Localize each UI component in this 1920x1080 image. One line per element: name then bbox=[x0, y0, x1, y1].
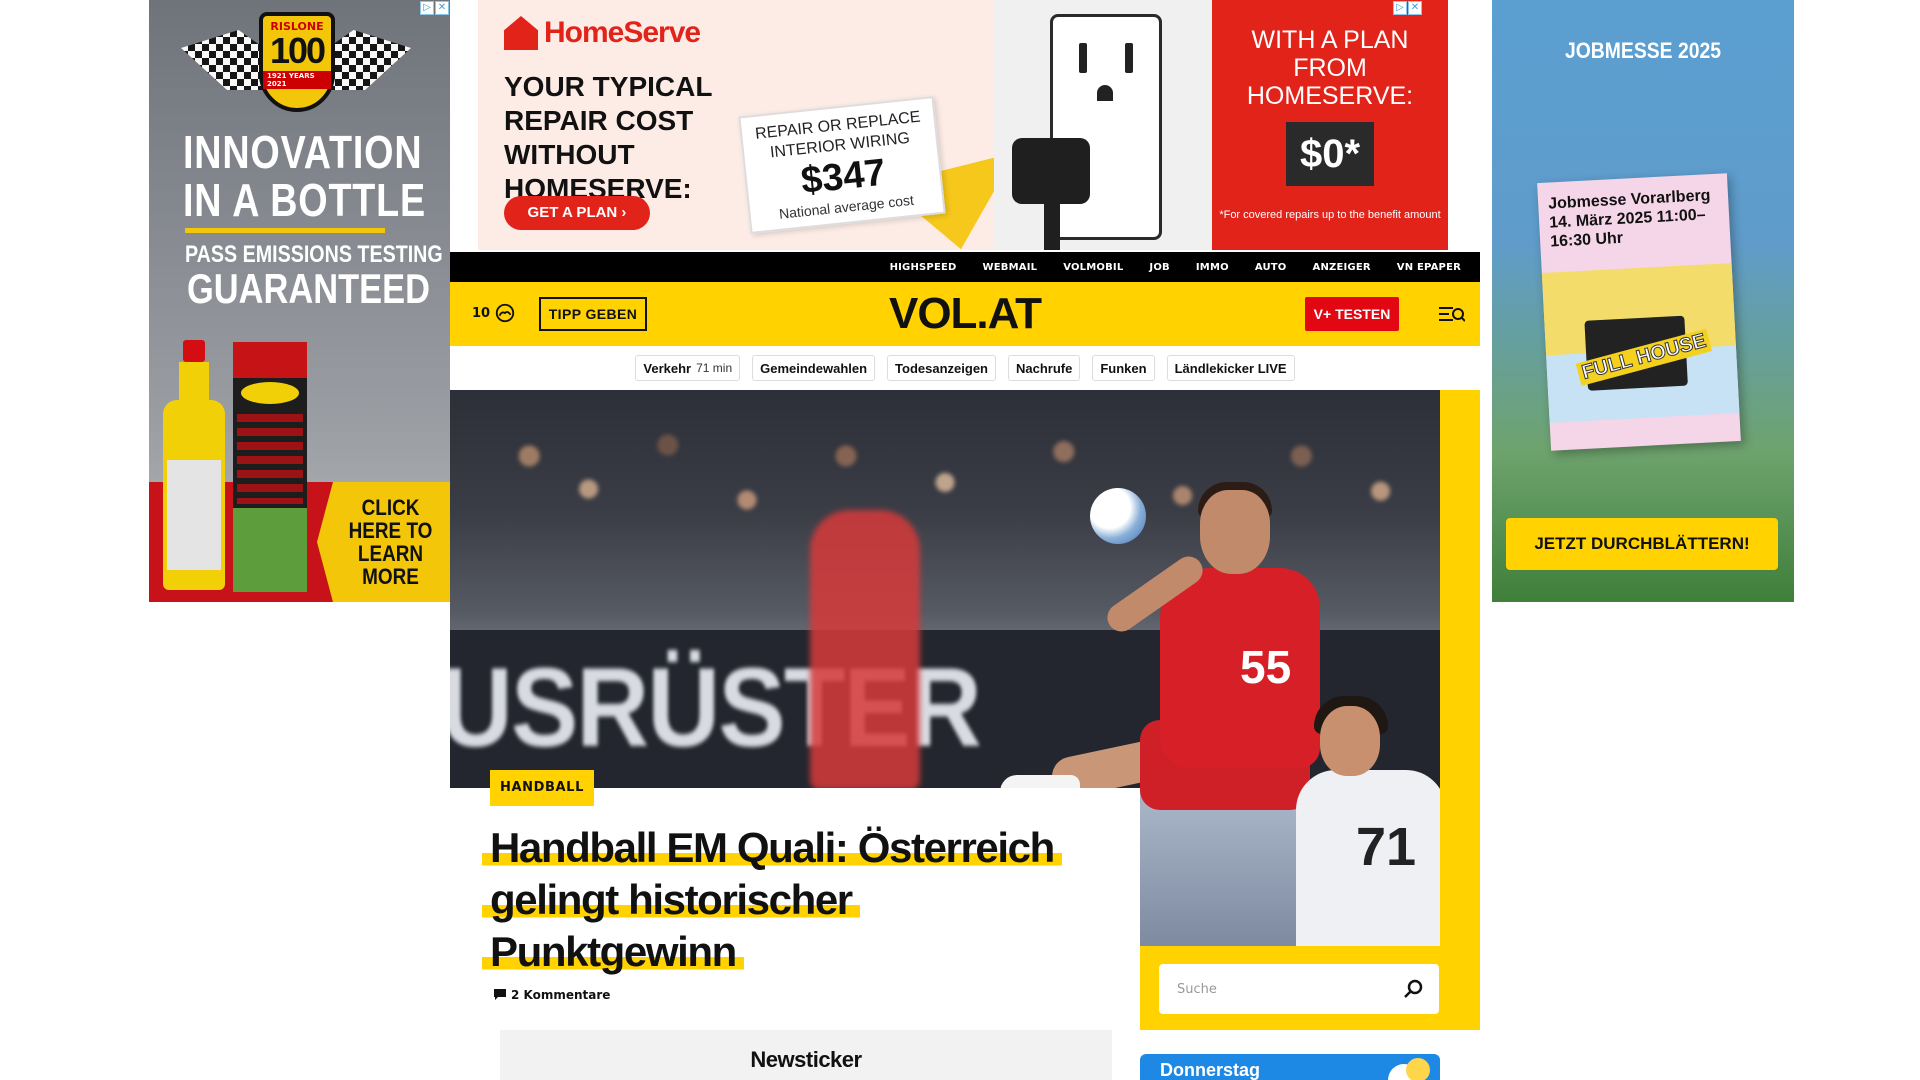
quicklink-label: Todesanzeigen bbox=[895, 360, 988, 376]
house-icon bbox=[504, 16, 538, 50]
quicklink-chip[interactable]: Ländlekicker LIVE bbox=[1166, 355, 1295, 381]
left-ad-cta-label: CLICK HERE TO LEARN MORE bbox=[348, 495, 433, 589]
jobmesse-magazine: Jobmesse Vorarlberg 14. März 2025 11:00–… bbox=[1537, 173, 1741, 451]
adchoices[interactable]: ▷ ✕ bbox=[1393, 1, 1422, 15]
jetzt-durchblaettern-button[interactable]: JETZT DURCHBLÄTTERN! bbox=[1506, 518, 1778, 570]
quicklink-chip[interactable]: Verkehr 71 min bbox=[635, 355, 741, 381]
left-ad-headline: INNOVATION IN A BOTTLE bbox=[183, 126, 427, 226]
get-a-plan-button[interactable]: GET A PLAN › bbox=[504, 196, 650, 230]
cloud-sun-icon bbox=[495, 303, 515, 323]
menu-search-icon[interactable] bbox=[1439, 302, 1465, 326]
player-number: 55 bbox=[1240, 641, 1292, 693]
left-ad-divider bbox=[185, 228, 385, 233]
topnav-link[interactable]: IMMO bbox=[1183, 262, 1242, 273]
top-service-nav: HIGHSPEED WEBMAIL VOLMOBIL JOB IMMO AUTO ANZEI… bbox=[450, 252, 1480, 282]
quicklink-chip[interactable]: Todesanzeigen bbox=[887, 355, 996, 381]
main-header: 10 TIPP GEBEN VOL.AT V+ TESTEN bbox=[450, 282, 1480, 346]
homeserve-logo: HomeServe bbox=[504, 16, 701, 50]
comments-link[interactable]: 2 Kommentare bbox=[494, 988, 610, 1002]
adchoices-icon[interactable]: ▷ bbox=[1393, 1, 1407, 15]
plan-footnote: *For covered repairs up to the benefit a… bbox=[1219, 209, 1441, 221]
category-tag[interactable]: HANDBALL bbox=[490, 770, 594, 806]
quicklink-label: Nachrufe bbox=[1016, 360, 1073, 376]
topnav-link[interactable]: WEBMAIL bbox=[970, 262, 1051, 273]
quicklink-label: Verkehr bbox=[643, 360, 692, 376]
topnav-link[interactable]: VN EPAPER bbox=[1384, 262, 1474, 273]
product-bottle bbox=[163, 340, 225, 590]
right-ad-jobmesse[interactable]: JOBMESSE 2025 Jobmesse Vorarlberg 14. Mä… bbox=[1492, 0, 1794, 602]
weather-widget[interactable]: 10 bbox=[472, 302, 516, 324]
sun-cloud-icon bbox=[1406, 1058, 1430, 1080]
weather-card-day: Donnerstag bbox=[1160, 1060, 1261, 1080]
article-headline[interactable]: Handball EM Quali: Österreich gelingt hi… bbox=[482, 822, 1102, 978]
product-box bbox=[233, 342, 307, 592]
search-input[interactable] bbox=[1159, 964, 1391, 1014]
weather-temp: 10 bbox=[472, 305, 491, 321]
quicklink-label: Funken bbox=[1100, 360, 1147, 376]
opponent-player: 71 bbox=[1286, 696, 1440, 946]
quicklink-chip[interactable]: Nachrufe bbox=[1008, 355, 1081, 381]
topnav-link[interactable]: VOLMOBIL bbox=[1050, 262, 1136, 273]
tipp-geben-button[interactable]: TIPP GEBEN bbox=[539, 297, 647, 331]
topnav-link[interactable]: AUTO bbox=[1242, 262, 1300, 273]
quicklink-chip[interactable]: Gemeindewahlen bbox=[752, 355, 876, 381]
left-ad-rislone[interactable]: ▷ ✕ RISLONE 100 1921 YEARS 2021 INNOVATI… bbox=[149, 0, 450, 602]
top-ad-plan-panel: WITH A PLAN FROM HOMESERVE: $0* *For cov… bbox=[1212, 0, 1448, 250]
magazine-title: Jobmesse Vorarlberg 14. März 2025 11:00–… bbox=[1547, 187, 1711, 251]
left-ad-cta-button[interactable]: CLICK HERE TO LEARN MORE bbox=[317, 482, 450, 602]
repair-cost-card: REPAIR OR REPLACE INTERIOR WIRING $347 N… bbox=[738, 96, 946, 234]
top-ad-homeserve[interactable]: HomeServe YOUR TYPICAL REPAIR COST WITHO… bbox=[478, 0, 1448, 250]
newsticker-header[interactable]: Newsticker bbox=[500, 1030, 1112, 1080]
quicklinks-bar: Verkehr 71 min Gemeindewahlen Todesanzeigen… bbox=[450, 346, 1480, 390]
topnav-link[interactable]: HIGHSPEED bbox=[877, 262, 970, 273]
topnav-link[interactable]: JOB bbox=[1136, 262, 1182, 273]
topnav-link[interactable]: ANZEIGER bbox=[1300, 262, 1384, 273]
comments-count[interactable]: 2 Kommentare bbox=[511, 988, 610, 1002]
ad-close-icon[interactable]: ✕ bbox=[435, 1, 449, 15]
homeserve-logo-text: HomeServe bbox=[544, 16, 701, 49]
ad-close-icon[interactable]: ✕ bbox=[1408, 1, 1422, 15]
badge-years: 1921 YEARS 2021 bbox=[263, 71, 331, 89]
adchoices[interactable]: ▷ ✕ bbox=[420, 1, 449, 15]
jobmesse-title: JOBMESSE 2025 bbox=[1564, 38, 1722, 63]
rislone-badge-logo: RISLONE 100 1921 YEARS 2021 bbox=[181, 8, 411, 116]
search-box bbox=[1159, 964, 1439, 1014]
badge-shield: RISLONE 100 1921 YEARS 2021 bbox=[259, 12, 335, 112]
quicklink-label: Gemeindewahlen bbox=[760, 360, 868, 376]
quicklink-label: Ländlekicker LIVE bbox=[1174, 360, 1287, 376]
search-icon[interactable] bbox=[1401, 977, 1425, 1001]
adchoices-icon[interactable]: ▷ bbox=[420, 1, 434, 15]
opponent-number: 71 bbox=[1356, 817, 1417, 877]
left-ad-guarantee: GUARANTEED bbox=[187, 265, 431, 312]
handball-ball bbox=[1090, 488, 1146, 544]
weather-card[interactable]: Donnerstag bbox=[1140, 1054, 1440, 1080]
vplus-testen-button[interactable]: V+ TESTEN bbox=[1305, 297, 1399, 331]
article-headline-text[interactable]: Handball EM Quali: Österreich gelingt hi… bbox=[482, 824, 1062, 975]
plan-price: $0* bbox=[1285, 122, 1375, 186]
plan-text: WITH A PLAN FROM HOMESERVE: bbox=[1246, 26, 1414, 110]
comment-icon bbox=[494, 989, 506, 1000]
outlet-illustration bbox=[994, 0, 1212, 250]
quicklink-chip[interactable]: Funken bbox=[1092, 355, 1155, 381]
quicklink-meta: 71 min bbox=[696, 361, 733, 375]
badge-number: 100 bbox=[269, 30, 326, 71]
background-player bbox=[810, 510, 920, 790]
